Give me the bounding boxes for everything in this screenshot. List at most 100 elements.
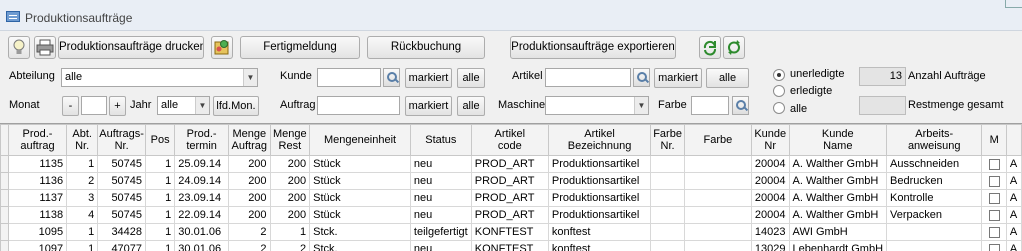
table-cell[interactable]	[886, 223, 983, 241]
kunde-search-icon[interactable]	[383, 68, 400, 87]
column-header[interactable]: Menge Auftrag	[227, 124, 271, 156]
table-cell[interactable]	[683, 155, 752, 173]
table-cell-truncated[interactable]: A	[1005, 240, 1022, 251]
artikel-input[interactable]	[545, 68, 631, 87]
kunde-input[interactable]	[317, 68, 381, 87]
export-orders-button[interactable]: Produktionsaufträge exportieren	[510, 36, 676, 59]
table-cell[interactable]: 2	[66, 172, 99, 190]
farbe-search-icon[interactable]	[732, 96, 749, 115]
table-cell[interactable]	[886, 240, 983, 251]
table-cell[interactable]: Produktionsartikel	[547, 172, 652, 190]
row-checkbox[interactable]	[988, 175, 1000, 187]
table-cell-truncated[interactable]: A	[1005, 155, 1022, 173]
table-cell[interactable]: 1138	[7, 206, 68, 224]
monat-plus-button[interactable]: +	[109, 96, 126, 116]
table-cell[interactable]: 1136	[7, 172, 68, 190]
table-cell[interactable]: 1	[145, 189, 176, 207]
table-cell[interactable]: teilgefertigt	[409, 223, 472, 241]
table-cell[interactable]: 30.01.06	[174, 240, 229, 251]
column-header[interactable]: Prod.- termin	[174, 124, 229, 156]
table-cell[interactable]	[650, 155, 685, 173]
table-cell[interactable]: 13029	[750, 240, 790, 251]
table-cell[interactable]	[650, 223, 685, 241]
table-cell[interactable]: 20004	[750, 189, 790, 207]
table-cell[interactable]: 34428	[97, 223, 147, 241]
table-cell[interactable]: Stck.	[309, 223, 411, 241]
table-row[interactable]: 1135 1 50745 1 25.09.14 200 200 Stück neu PROD_AR…	[0, 155, 1022, 173]
monat-minus-button[interactable]: -	[62, 96, 79, 116]
table-row[interactable]: 1137 3 50745 1 23.09.14 200 200 Stück neu PROD_AR…	[0, 189, 1022, 207]
row-checkbox[interactable]	[988, 226, 1000, 238]
status-radio-erledigte[interactable]	[773, 85, 785, 97]
column-header[interactable]: Auftrags- Nr.	[97, 124, 147, 156]
table-cell-truncated[interactable]: A	[1005, 223, 1022, 241]
table-cell[interactable]: 1	[145, 155, 176, 173]
jahr-select[interactable]: alle ▼	[157, 96, 210, 115]
table-cell[interactable]: neu	[409, 172, 472, 190]
status-radio-alle[interactable]	[773, 102, 785, 114]
table-cell[interactable]: Stück	[309, 172, 411, 190]
table-cell[interactable]	[650, 206, 685, 224]
table-cell[interactable]: konftest	[547, 223, 652, 241]
column-header[interactable]: Artikel code	[470, 124, 549, 156]
table-cell[interactable]: 200	[227, 206, 271, 224]
table-cell[interactable]: A. Walther GmbH	[788, 206, 888, 224]
table-cell[interactable]: Produktionsartikel	[547, 189, 652, 207]
table-cell[interactable]: 20004	[750, 155, 790, 173]
rueckbuchung-button[interactable]: Rückbuchung	[367, 36, 485, 59]
table-cell[interactable]: neu	[409, 189, 472, 207]
column-header[interactable]: Kunde Nr	[750, 124, 790, 156]
table-cell[interactable]: Kontrolle	[886, 189, 983, 207]
auftrag-alle-button[interactable]: alle	[457, 96, 485, 116]
table-cell-truncated[interactable]: A	[1005, 206, 1022, 224]
table-cell[interactable]: 1	[145, 172, 176, 190]
table-cell[interactable]: PROD_ART	[470, 189, 549, 207]
table-cell[interactable]: 1	[66, 223, 99, 241]
table-cell[interactable]: 22.09.14	[174, 206, 229, 224]
table-cell[interactable]: PROD_ART	[470, 172, 549, 190]
table-cell[interactable]: 2	[269, 240, 311, 251]
table-cell[interactable]: konftest	[547, 240, 652, 251]
row-checkbox[interactable]	[988, 192, 1000, 204]
fertigmeldung-button[interactable]: Fertigmeldung	[240, 36, 360, 59]
table-cell-truncated[interactable]: A	[1005, 189, 1022, 207]
kunde-markiert-button[interactable]: markiert	[405, 68, 452, 88]
table-row[interactable]: 1095 1 34428 1 30.01.06 2 1 Stck. teilgefertigt K…	[0, 223, 1022, 241]
table-cell[interactable]	[683, 240, 752, 251]
table-cell[interactable]	[650, 189, 685, 207]
auftrag-markiert-button[interactable]: markiert	[405, 96, 452, 116]
row-header[interactable]	[0, 240, 9, 251]
table-cell[interactable]: 200	[269, 172, 311, 190]
table-cell[interactable]: 200	[227, 172, 271, 190]
table-cell[interactable]: KONFTEST	[470, 223, 549, 241]
table-cell[interactable]	[683, 223, 752, 241]
table-row[interactable]: 1097 1 47077 1 30.01.06 2 2 Stck. neu KONFTEST kon…	[0, 240, 1022, 251]
column-header[interactable]: Arbeits- anweisung	[886, 124, 983, 156]
bulb-icon[interactable]	[8, 36, 30, 59]
row-header[interactable]	[0, 189, 9, 207]
table-cell[interactable]	[650, 172, 685, 190]
row-checkbox[interactable]	[988, 209, 1000, 221]
row-header[interactable]	[0, 172, 9, 190]
table-cell[interactable]: Stück	[309, 206, 411, 224]
table-cell[interactable]: 1	[145, 240, 176, 251]
table-cell[interactable]: 24.09.14	[174, 172, 229, 190]
table-cell[interactable]: neu	[409, 206, 472, 224]
table-cell[interactable]: 23.09.14	[174, 189, 229, 207]
artikel-markiert-button[interactable]: markiert	[654, 68, 702, 88]
table-cell[interactable]: 1	[145, 206, 176, 224]
table-cell[interactable]: 3	[66, 189, 99, 207]
table-cell[interactable]: Stück	[309, 155, 411, 173]
table-cell[interactable]	[981, 240, 1007, 251]
column-header[interactable]: Farbe Nr.	[650, 124, 685, 156]
table-cell-truncated[interactable]: A	[1005, 172, 1022, 190]
table-cell[interactable]: PROD_ART	[470, 155, 549, 173]
table-cell[interactable]: PROD_ART	[470, 206, 549, 224]
table-cell[interactable]: AWI GmbH	[788, 223, 888, 241]
abteilung-select[interactable]: alle ▼	[61, 68, 258, 87]
table-cell[interactable]	[981, 189, 1007, 207]
chevron-down-icon[interactable]: ▼	[634, 97, 648, 114]
table-cell[interactable]	[683, 189, 752, 207]
table-cell[interactable]: 2	[227, 240, 271, 251]
farbe-input[interactable]	[691, 96, 729, 115]
